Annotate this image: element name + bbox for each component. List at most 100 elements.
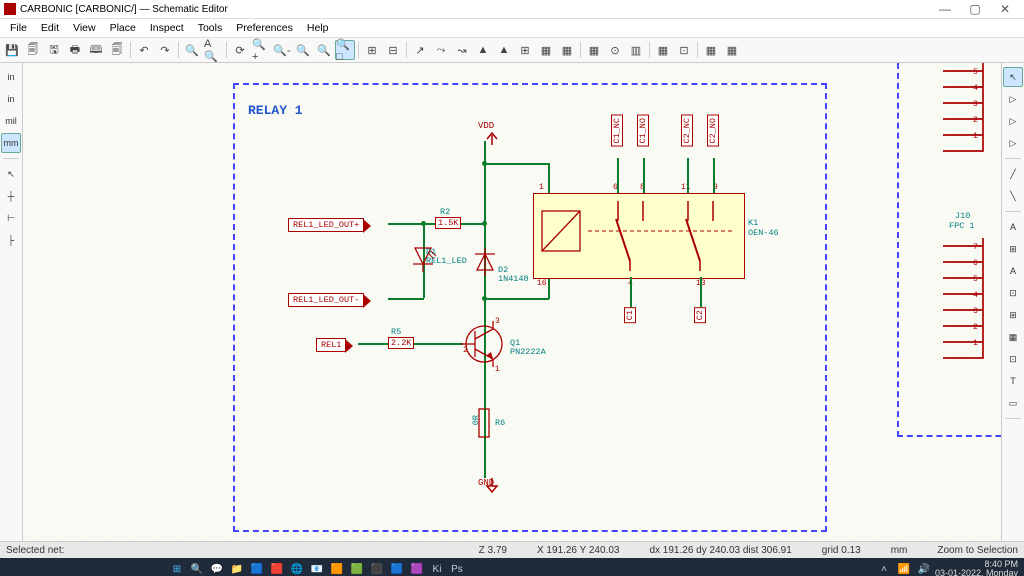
task-icon[interactable]: 💬 xyxy=(208,561,226,576)
task-icon[interactable]: 📧 xyxy=(308,561,326,576)
block-title: RELAY 1 xyxy=(248,103,303,118)
side-tool[interactable]: ╱ xyxy=(1003,164,1023,184)
toolbar-button[interactable]: ⊙ xyxy=(605,40,625,60)
task-icon[interactable]: 🟥 xyxy=(268,561,286,576)
toolbar-button[interactable]: ↗ xyxy=(410,40,430,60)
toolbar-button[interactable]: ⤳ xyxy=(431,40,451,60)
toolbar-button[interactable]: ⟳ xyxy=(230,40,250,60)
toolbar-button[interactable]: 🖫 xyxy=(44,40,64,60)
power-gnd: GND xyxy=(478,478,494,488)
windows-taskbar[interactable]: ⊞ 🔍 💬 📁 🟦 🟥 🌐 📧 🟧 🟩 ⬛ 🟦 🟪 Ki Ps ˄ 📶 🔊 8:… xyxy=(0,558,1024,576)
side-tool[interactable]: ⊞ xyxy=(1003,239,1023,259)
side-tool[interactable]: ↖ xyxy=(1,164,21,184)
taskbar-clock[interactable]: 8:40 PM 03-01-2022, Monday xyxy=(935,560,1020,576)
toolbar-button[interactable]: 🔍- xyxy=(272,40,292,60)
toolbar-button[interactable]: 🔍 xyxy=(182,40,202,60)
toolbar-button[interactable]: 🖶 xyxy=(65,40,85,60)
task-icon[interactable]: ⬛ xyxy=(368,561,386,576)
power-vdd: VDD xyxy=(478,121,494,131)
toolbar-button[interactable]: ▦ xyxy=(701,40,721,60)
side-tool[interactable]: in xyxy=(1,67,21,87)
task-icon[interactable]: 🔍 xyxy=(188,561,206,576)
menu-place[interactable]: Place xyxy=(104,21,142,35)
maximize-button[interactable]: ▢ xyxy=(960,2,990,16)
side-tool[interactable]: ⊢ xyxy=(1,208,21,228)
side-tool[interactable]: mil xyxy=(1,111,21,131)
minimize-button[interactable]: — xyxy=(930,2,960,16)
toolbar-button[interactable]: 💾 xyxy=(2,40,22,60)
toolbar-button[interactable]: 🕮 xyxy=(86,40,106,60)
toolbar-button[interactable]: ▦ xyxy=(584,40,604,60)
toolbar-button[interactable]: ⊡ xyxy=(674,40,694,60)
side-tool[interactable]: ┼ xyxy=(1,186,21,206)
menu-preferences[interactable]: Preferences xyxy=(230,21,299,35)
toolbar-button[interactable]: ▦ xyxy=(722,40,742,60)
connector-j10-top xyxy=(933,63,993,158)
j10-ref: J10 xyxy=(955,211,970,221)
side-tool[interactable]: ⊡ xyxy=(1003,283,1023,303)
connector-pin: 4 xyxy=(973,291,978,300)
toolbar-button[interactable]: ⊞ xyxy=(515,40,535,60)
task-icon[interactable]: 🟦 xyxy=(388,561,406,576)
side-tool[interactable]: A xyxy=(1003,261,1023,281)
toolbar-button[interactable]: 🗐 xyxy=(107,40,127,60)
toolbar-button[interactable]: ↶ xyxy=(134,40,154,60)
side-tool[interactable]: T xyxy=(1003,371,1023,391)
close-button[interactable]: ✕ xyxy=(990,2,1020,16)
side-tool[interactable]: ╲ xyxy=(1003,186,1023,206)
menu-inspect[interactable]: Inspect xyxy=(144,21,190,35)
toolbar-button[interactable]: 🔍□ xyxy=(335,40,355,60)
side-tool[interactable]: ▷ xyxy=(1003,111,1023,131)
menu-file[interactable]: File xyxy=(4,21,33,35)
menu-bar: FileEditViewPlaceInspectToolsPreferences… xyxy=(0,19,1024,38)
task-icon[interactable]: Ki xyxy=(428,561,446,576)
side-tool[interactable]: ▷ xyxy=(1003,133,1023,153)
right-toolbar: ↖▷▷▷╱╲A⊞A⊡⊞▦⊡T▭ xyxy=(1001,63,1024,541)
toolbar-button[interactable]: A🔍 xyxy=(203,40,223,60)
menu-tools[interactable]: Tools xyxy=(192,21,229,35)
start-icon[interactable]: ⊞ xyxy=(168,561,186,576)
tray-volume-icon[interactable]: 🔊 xyxy=(915,561,933,576)
side-tool[interactable]: ├ xyxy=(1,230,21,250)
status-selected: Selected net: xyxy=(6,545,64,556)
menu-edit[interactable]: Edit xyxy=(35,21,65,35)
toolbar-button[interactable]: ▦ xyxy=(653,40,673,60)
tray-icon[interactable]: ˄ xyxy=(875,561,893,576)
status-zoom: Zoom to Selection xyxy=(937,545,1018,556)
toolbar-button[interactable]: ↝ xyxy=(452,40,472,60)
side-tool[interactable]: ↖ xyxy=(1003,67,1023,87)
connector-j10 xyxy=(933,238,993,368)
clock-date: 03-01-2022, Monday xyxy=(935,569,1018,576)
side-tool[interactable]: in xyxy=(1,89,21,109)
toolbar-button[interactable]: ⊞ xyxy=(362,40,382,60)
toolbar-button[interactable]: ⊟ xyxy=(383,40,403,60)
toolbar-button[interactable]: ↷ xyxy=(155,40,175,60)
toolbar-button[interactable]: 🔍 xyxy=(293,40,313,60)
side-tool[interactable]: ⊞ xyxy=(1003,305,1023,325)
side-tool[interactable]: ▭ xyxy=(1003,393,1023,413)
toolbar-button[interactable]: ▲ xyxy=(473,40,493,60)
side-tool[interactable]: ▷ xyxy=(1003,89,1023,109)
side-tool[interactable]: ⊡ xyxy=(1003,349,1023,369)
task-icon[interactable]: 🟧 xyxy=(328,561,346,576)
task-icon[interactable]: 📁 xyxy=(228,561,246,576)
toolbar-button[interactable]: ▦ xyxy=(536,40,556,60)
toolbar-button[interactable]: 🔍 xyxy=(314,40,334,60)
task-icon[interactable]: 🟦 xyxy=(248,561,266,576)
toolbar-button[interactable]: 🔍+ xyxy=(251,40,271,60)
menu-help[interactable]: Help xyxy=(301,21,335,35)
menu-view[interactable]: View xyxy=(67,21,102,35)
toolbar-button[interactable]: ▲ xyxy=(494,40,514,60)
side-tool[interactable]: ▦ xyxy=(1003,327,1023,347)
side-tool[interactable]: mm xyxy=(1,133,21,153)
toolbar-button[interactable]: ▥ xyxy=(626,40,646,60)
schematic-canvas[interactable]: RELAY 1 VDD GND 1.5K R2 xyxy=(23,63,1001,541)
side-tool[interactable]: A xyxy=(1003,217,1023,237)
task-icon[interactable]: Ps xyxy=(448,561,466,576)
toolbar-button[interactable]: 🗐 xyxy=(23,40,43,60)
toolbar-button[interactable]: ▦ xyxy=(557,40,577,60)
task-icon[interactable]: 🌐 xyxy=(288,561,306,576)
tray-wifi-icon[interactable]: 📶 xyxy=(895,561,913,576)
task-icon[interactable]: 🟪 xyxy=(408,561,426,576)
task-icon[interactable]: 🟩 xyxy=(348,561,366,576)
